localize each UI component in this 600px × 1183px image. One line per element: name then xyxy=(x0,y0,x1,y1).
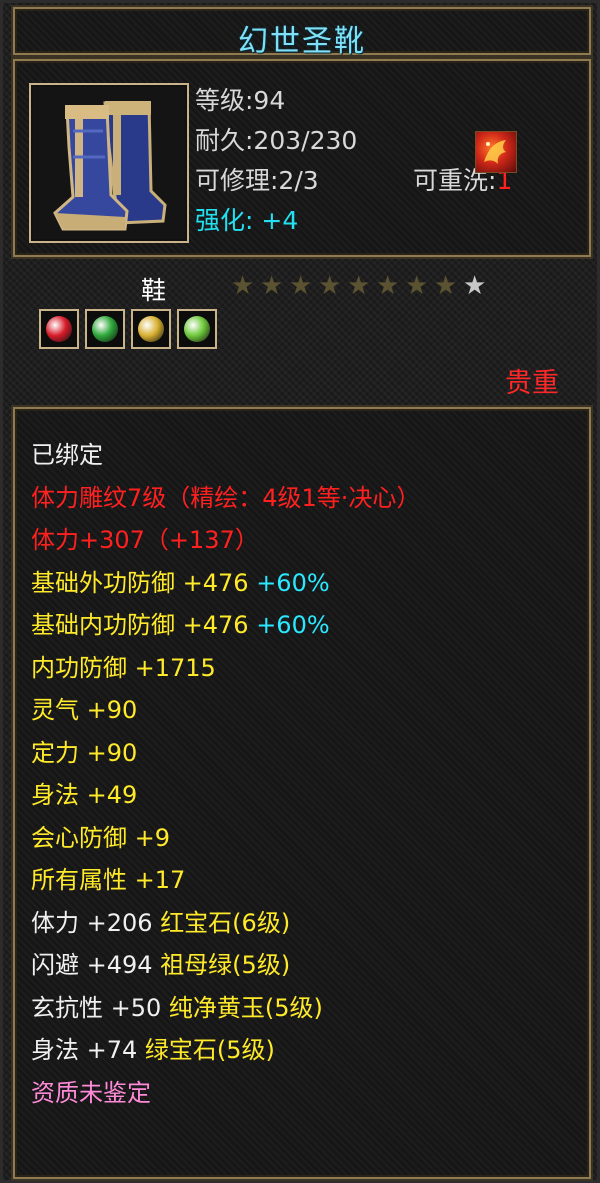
attribute-text: 资质未鉴定 xyxy=(31,1078,151,1107)
star-filled-icon: ★ xyxy=(289,271,313,301)
phoenix-wing-icon xyxy=(484,140,506,164)
item-name: 幻世圣靴 xyxy=(238,24,366,59)
blue-boots-icon xyxy=(33,87,185,239)
attribute-line: 基础外功防御 +476 +60% xyxy=(31,563,330,598)
attribute-text: 绿宝石(5级) xyxy=(144,1036,275,1064)
item-repair-count: 可修理:2/3 xyxy=(195,166,319,195)
attribute-text: 已绑定 xyxy=(31,441,103,469)
attribute-text: 内功防御 +1715 xyxy=(31,653,216,682)
attribute-text: 所有属性 +17 xyxy=(31,866,186,894)
red-gem-icon xyxy=(46,316,72,342)
star-filled-icon: ★ xyxy=(260,271,284,301)
attribute-line: 身法 +49 xyxy=(31,775,137,810)
attribute-line: 玄抗性 +50 纯净黄玉(5级) xyxy=(31,988,323,1023)
gem-slot[interactable] xyxy=(85,309,125,349)
attribute-text: 定力 +90 xyxy=(31,738,138,767)
attribute-text: 体力雕纹7级（精绘：4级1等·决心） xyxy=(31,483,421,512)
attribute-line: 所有属性 +17 xyxy=(31,860,185,895)
title-bar: 幻世圣靴 xyxy=(13,7,591,59)
attribute-text: +60% xyxy=(256,611,330,639)
attribute-text: 闪避 +494 xyxy=(31,951,161,979)
star-filled-icon: ★ xyxy=(434,271,458,301)
star-filled-icon: ★ xyxy=(347,271,371,301)
attribute-line: 定力 +90 xyxy=(31,733,137,768)
item-level: 等级:94 xyxy=(195,86,286,115)
attribute-text: 体力 +206 xyxy=(31,908,161,937)
attribute-text: 红宝石(6级) xyxy=(160,908,291,937)
item-attributes-panel: 已绑定体力雕纹7级（精绘：4级1等·决心） 体力+307（+137） 基础外功防御 … xyxy=(13,407,591,1179)
attribute-line: 身法 +74 绿宝石(5级) xyxy=(31,1030,275,1065)
star-filled-icon: ★ xyxy=(376,271,400,301)
green-gem-icon xyxy=(92,316,118,342)
item-info-panel: 等级:94 耐久:203/230 可修理:2/3 可重洗:1 强化: +4 xyxy=(13,59,591,257)
attribute-text: 体力+307（+137） xyxy=(31,526,259,554)
attribute-text: 祖母绿(5级) xyxy=(160,951,291,979)
star-empty-icon: ★ xyxy=(463,271,487,301)
item-icon-frame xyxy=(29,83,189,243)
attribute-text: 基础内功防御 +476 xyxy=(31,611,257,639)
attribute-line: 资质未鉴定 xyxy=(31,1073,151,1108)
item-type: 鞋 xyxy=(141,276,167,305)
attribute-text: 基础外功防御 +476 xyxy=(31,568,257,597)
attribute-line: 体力雕纹7级（精绘：4级1等·决心） xyxy=(31,478,420,513)
lightgreen-gem-icon xyxy=(184,316,210,342)
attribute-text: +60% xyxy=(256,568,330,597)
attribute-line: 体力+307（+137） xyxy=(31,520,259,555)
attribute-text: 纯净黄玉(5级) xyxy=(168,993,323,1022)
attribute-line: 基础内功防御 +476 +60% xyxy=(31,605,330,640)
attribute-text: 灵气 +90 xyxy=(31,696,138,724)
attribute-line: 闪避 +494 祖母绿(5级) xyxy=(31,945,290,980)
star-filled-icon: ★ xyxy=(318,271,342,301)
yellow-gem-icon xyxy=(138,316,164,342)
gem-slot[interactable] xyxy=(39,309,79,349)
gem-slot[interactable] xyxy=(131,309,171,349)
gem-slot[interactable] xyxy=(177,309,217,349)
attribute-line: 体力 +206 红宝石(6级) xyxy=(31,903,290,938)
item-tooltip: 幻世圣靴 等级:94 耐久:203/230 可修理:2/3 可重洗:1 强化: … xyxy=(0,0,600,1183)
item-durability: 耐久:203/230 xyxy=(195,126,358,155)
star-filled-icon: ★ xyxy=(405,271,429,301)
item-enhance: 强化: +4 xyxy=(195,206,299,235)
attribute-text: 玄抗性 +50 xyxy=(31,993,169,1022)
attribute-text: 身法 +74 xyxy=(31,1036,145,1064)
phoenix-emblem-icon xyxy=(475,131,517,173)
item-rarity: 贵重 xyxy=(505,368,559,399)
attribute-line: 灵气 +90 xyxy=(31,690,137,725)
star-filled-icon: ★ xyxy=(231,271,255,301)
attribute-line: 会心防御 +9 xyxy=(31,818,170,853)
attribute-text: 会心防御 +9 xyxy=(31,823,171,852)
attribute-line: 内功防御 +1715 xyxy=(31,648,216,683)
attribute-line: 已绑定 xyxy=(31,435,103,470)
attribute-text: 身法 +49 xyxy=(31,781,138,809)
item-summary: 鞋 ★ ★ ★ ★ ★ ★ ★ ★ ★ 贵重 xyxy=(13,261,591,401)
